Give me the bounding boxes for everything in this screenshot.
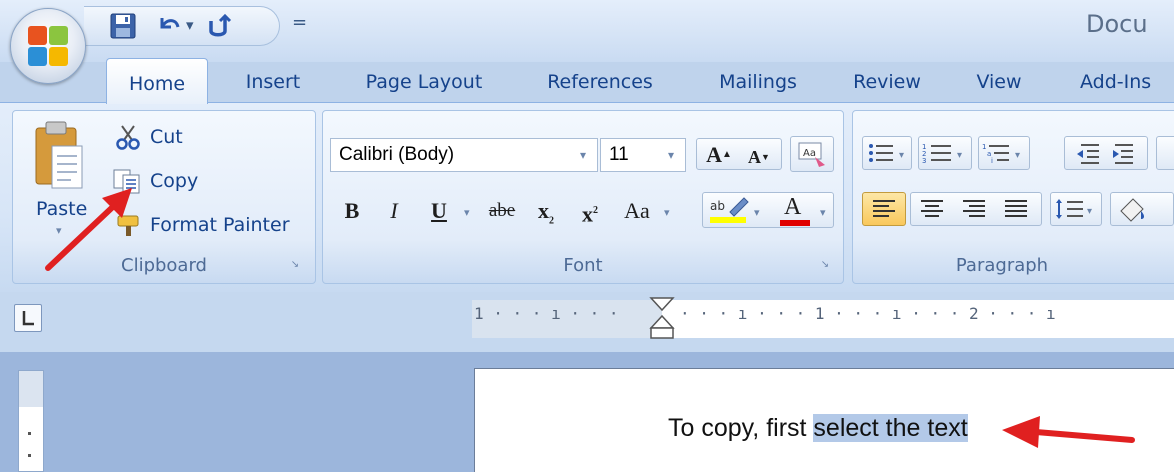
text-highlight-button[interactable]: ab <box>708 196 750 224</box>
highlighter-icon: ab <box>710 197 749 223</box>
font-launcher-icon[interactable]: ↘ <box>818 259 832 273</box>
bullets-button[interactable]: ▾ <box>862 136 912 170</box>
format-painter-button[interactable]: Format Painter <box>150 214 290 236</box>
tab-review[interactable]: Review <box>840 62 934 102</box>
ruler-left-marks: 1 · · · ı · · · <box>474 304 619 323</box>
bold-button[interactable]: B <box>334 194 370 226</box>
customize-qat-icon[interactable]: = <box>292 12 307 33</box>
document-text[interactable]: To copy, first select the text <box>668 414 968 443</box>
svg-text:▾: ▾ <box>1015 150 1020 161</box>
font-color-swatch <box>780 220 810 226</box>
undo-dropdown-icon[interactable]: ▾ <box>186 16 194 34</box>
svg-text:▾: ▾ <box>1087 206 1092 217</box>
tab-page-layout[interactable]: Page Layout <box>340 62 508 102</box>
undo-icon[interactable] <box>156 13 182 39</box>
italic-button[interactable]: I <box>376 194 412 226</box>
tab-home[interactable]: Home <box>106 58 208 104</box>
arrow-to-selection-icon <box>1000 410 1136 460</box>
shading-button[interactable] <box>1110 192 1174 226</box>
copy-button[interactable]: Copy <box>150 170 198 192</box>
ruler-right-marks: · · · ı · · · 1 · · · ı · · · 2 · · · ı <box>680 304 1056 323</box>
left-tab-icon <box>22 311 34 326</box>
svg-text:ab: ab <box>710 199 725 213</box>
document-text-plain: To copy, first <box>668 414 814 442</box>
font-family-dropdown-icon[interactable]: ▾ <box>580 148 586 162</box>
svg-text:i: i <box>991 157 993 165</box>
line-spacing-button[interactable]: ▾ <box>1050 192 1102 226</box>
multilevel-list-icon: 1 a i ▾ <box>982 143 1020 165</box>
clipboard-launcher-icon[interactable]: ↘ <box>288 259 302 273</box>
change-case-dropdown-icon[interactable]: ▾ <box>664 206 670 219</box>
window-title: Docu <box>1086 10 1148 38</box>
font-size-value: 11 <box>609 144 629 165</box>
font-family-value: Calibri (Body) <box>339 144 455 165</box>
tab-view[interactable]: View <box>962 62 1036 102</box>
tab-insert[interactable]: Insert <box>226 62 320 102</box>
font-group-label: Font <box>563 255 603 276</box>
font-family-combo[interactable]: Calibri (Body) <box>330 138 598 172</box>
svg-text:Aa: Aa <box>803 148 816 159</box>
align-left-button[interactable] <box>862 192 906 226</box>
paragraph-group-label: Paragraph <box>955 255 1049 276</box>
multilevel-list-button[interactable]: 1 a i ▾ <box>978 136 1030 170</box>
numbering-icon: 1 2 3 ▾ <box>922 143 962 165</box>
cut-button[interactable]: Cut <box>150 126 183 148</box>
tab-references[interactable]: References <box>526 62 674 102</box>
shrink-font-button[interactable]: A▼ <box>740 140 778 172</box>
decrease-increase-indent-icon <box>1077 144 1133 164</box>
svg-text:1: 1 <box>982 143 986 151</box>
font-color-letter: A <box>784 194 802 220</box>
alignment-buttons[interactable] <box>910 192 1042 226</box>
superscript-button[interactable]: x2 <box>572 194 608 226</box>
tab-mailings[interactable]: Mailings <box>696 62 820 102</box>
underline-dropdown-icon[interactable]: ▾ <box>464 206 470 219</box>
office-logo-icon <box>24 22 72 70</box>
save-icon[interactable] <box>110 13 136 39</box>
font-color-button[interactable]: A <box>778 194 812 226</box>
svg-text:▾: ▾ <box>899 150 904 161</box>
vertical-ruler-margin <box>19 371 43 407</box>
indent-marker-icon[interactable] <box>648 296 676 342</box>
sort-button-partial[interactable] <box>1156 136 1174 170</box>
clear-formatting-button[interactable]: Aa <box>790 136 834 172</box>
underline-button[interactable]: U <box>422 194 456 226</box>
line-spacing-icon: ▾ <box>1056 199 1092 219</box>
selected-text[interactable]: select the text <box>813 414 968 442</box>
shading-icon <box>1120 198 1144 222</box>
center-right-justify-icons <box>921 200 1027 217</box>
vertical-ruler-tick <box>28 454 31 457</box>
vertical-ruler-tick <box>28 432 31 435</box>
subscript-button[interactable]: x2 <box>528 194 564 226</box>
clear-formatting-icon: Aa <box>798 142 825 167</box>
indent-buttons[interactable] <box>1064 136 1148 170</box>
change-case-button[interactable]: Aa <box>614 194 660 226</box>
arrow-to-copy-icon <box>38 186 138 276</box>
highlight-dropdown-icon[interactable]: ▾ <box>754 206 760 219</box>
grow-font-button[interactable]: A▲ <box>700 138 738 170</box>
scissors-icon <box>114 124 142 150</box>
font-color-dropdown-icon[interactable]: ▾ <box>820 206 826 219</box>
font-size-dropdown-icon[interactable]: ▾ <box>668 148 674 162</box>
bullets-icon: ▾ <box>869 144 904 162</box>
strikethrough-button[interactable]: abe <box>478 194 526 226</box>
align-left-icon <box>873 200 895 217</box>
tab-add-ins[interactable]: Add-Ins <box>1080 62 1174 102</box>
redo-icon[interactable] <box>206 13 232 39</box>
tab-selector-button[interactable] <box>14 304 42 332</box>
svg-text:▾: ▾ <box>957 150 962 161</box>
numbering-button[interactable]: 1 2 3 ▾ <box>918 136 972 170</box>
svg-text:3: 3 <box>922 157 926 165</box>
